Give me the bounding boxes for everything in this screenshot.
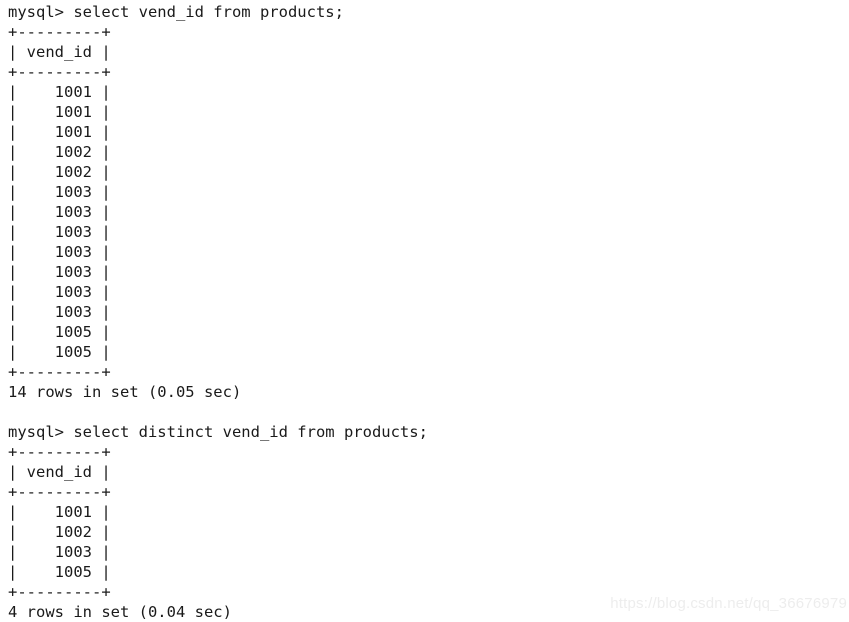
table-row: | 1003 | [8, 183, 111, 201]
table-row: | 1005 | [8, 343, 111, 361]
table-row: | 1002 | [8, 143, 111, 161]
table-row: | 1003 | [8, 303, 111, 321]
terminal-output-pane: mysql> select vend_id from products; +--… [0, 0, 849, 622]
watermark-text: https://blog.csdn.net/qq_36676979 [610, 595, 847, 612]
command-line: mysql> select distinct vend_id from prod… [8, 423, 428, 441]
query-block-2: mysql> select distinct vend_id from prod… [8, 422, 849, 622]
table-row: | 1003 | [8, 243, 111, 261]
table-row: | 1002 | [8, 523, 111, 541]
table-row: | 1001 | [8, 103, 111, 121]
table-header-row: | vend_id | [8, 463, 111, 481]
table-header-row: | vend_id | [8, 43, 111, 61]
table-row: | 1003 | [8, 263, 111, 281]
table-row: | 1003 | [8, 223, 111, 241]
table-border-top: +---------+ [8, 23, 111, 41]
table-border-bottom: +---------+ [8, 363, 111, 381]
table-row: | 1005 | [8, 323, 111, 341]
table-row: | 1001 | [8, 503, 111, 521]
query-block-1: mysql> select vend_id from products; +--… [8, 2, 849, 402]
table-row: | 1001 | [8, 123, 111, 141]
table-row: | 1002 | [8, 163, 111, 181]
table-row: | 1003 | [8, 543, 111, 561]
table-row: | 1001 | [8, 83, 111, 101]
table-row: | 1003 | [8, 283, 111, 301]
command-line: mysql> select vend_id from products; [8, 3, 344, 21]
table-border-top: +---------+ [8, 443, 111, 461]
table-row: | 1003 | [8, 203, 111, 221]
table-border-mid: +---------+ [8, 483, 111, 501]
table-border-mid: +---------+ [8, 63, 111, 81]
table-row: | 1005 | [8, 563, 111, 581]
result-status-line: 14 rows in set (0.05 sec) [8, 383, 242, 401]
